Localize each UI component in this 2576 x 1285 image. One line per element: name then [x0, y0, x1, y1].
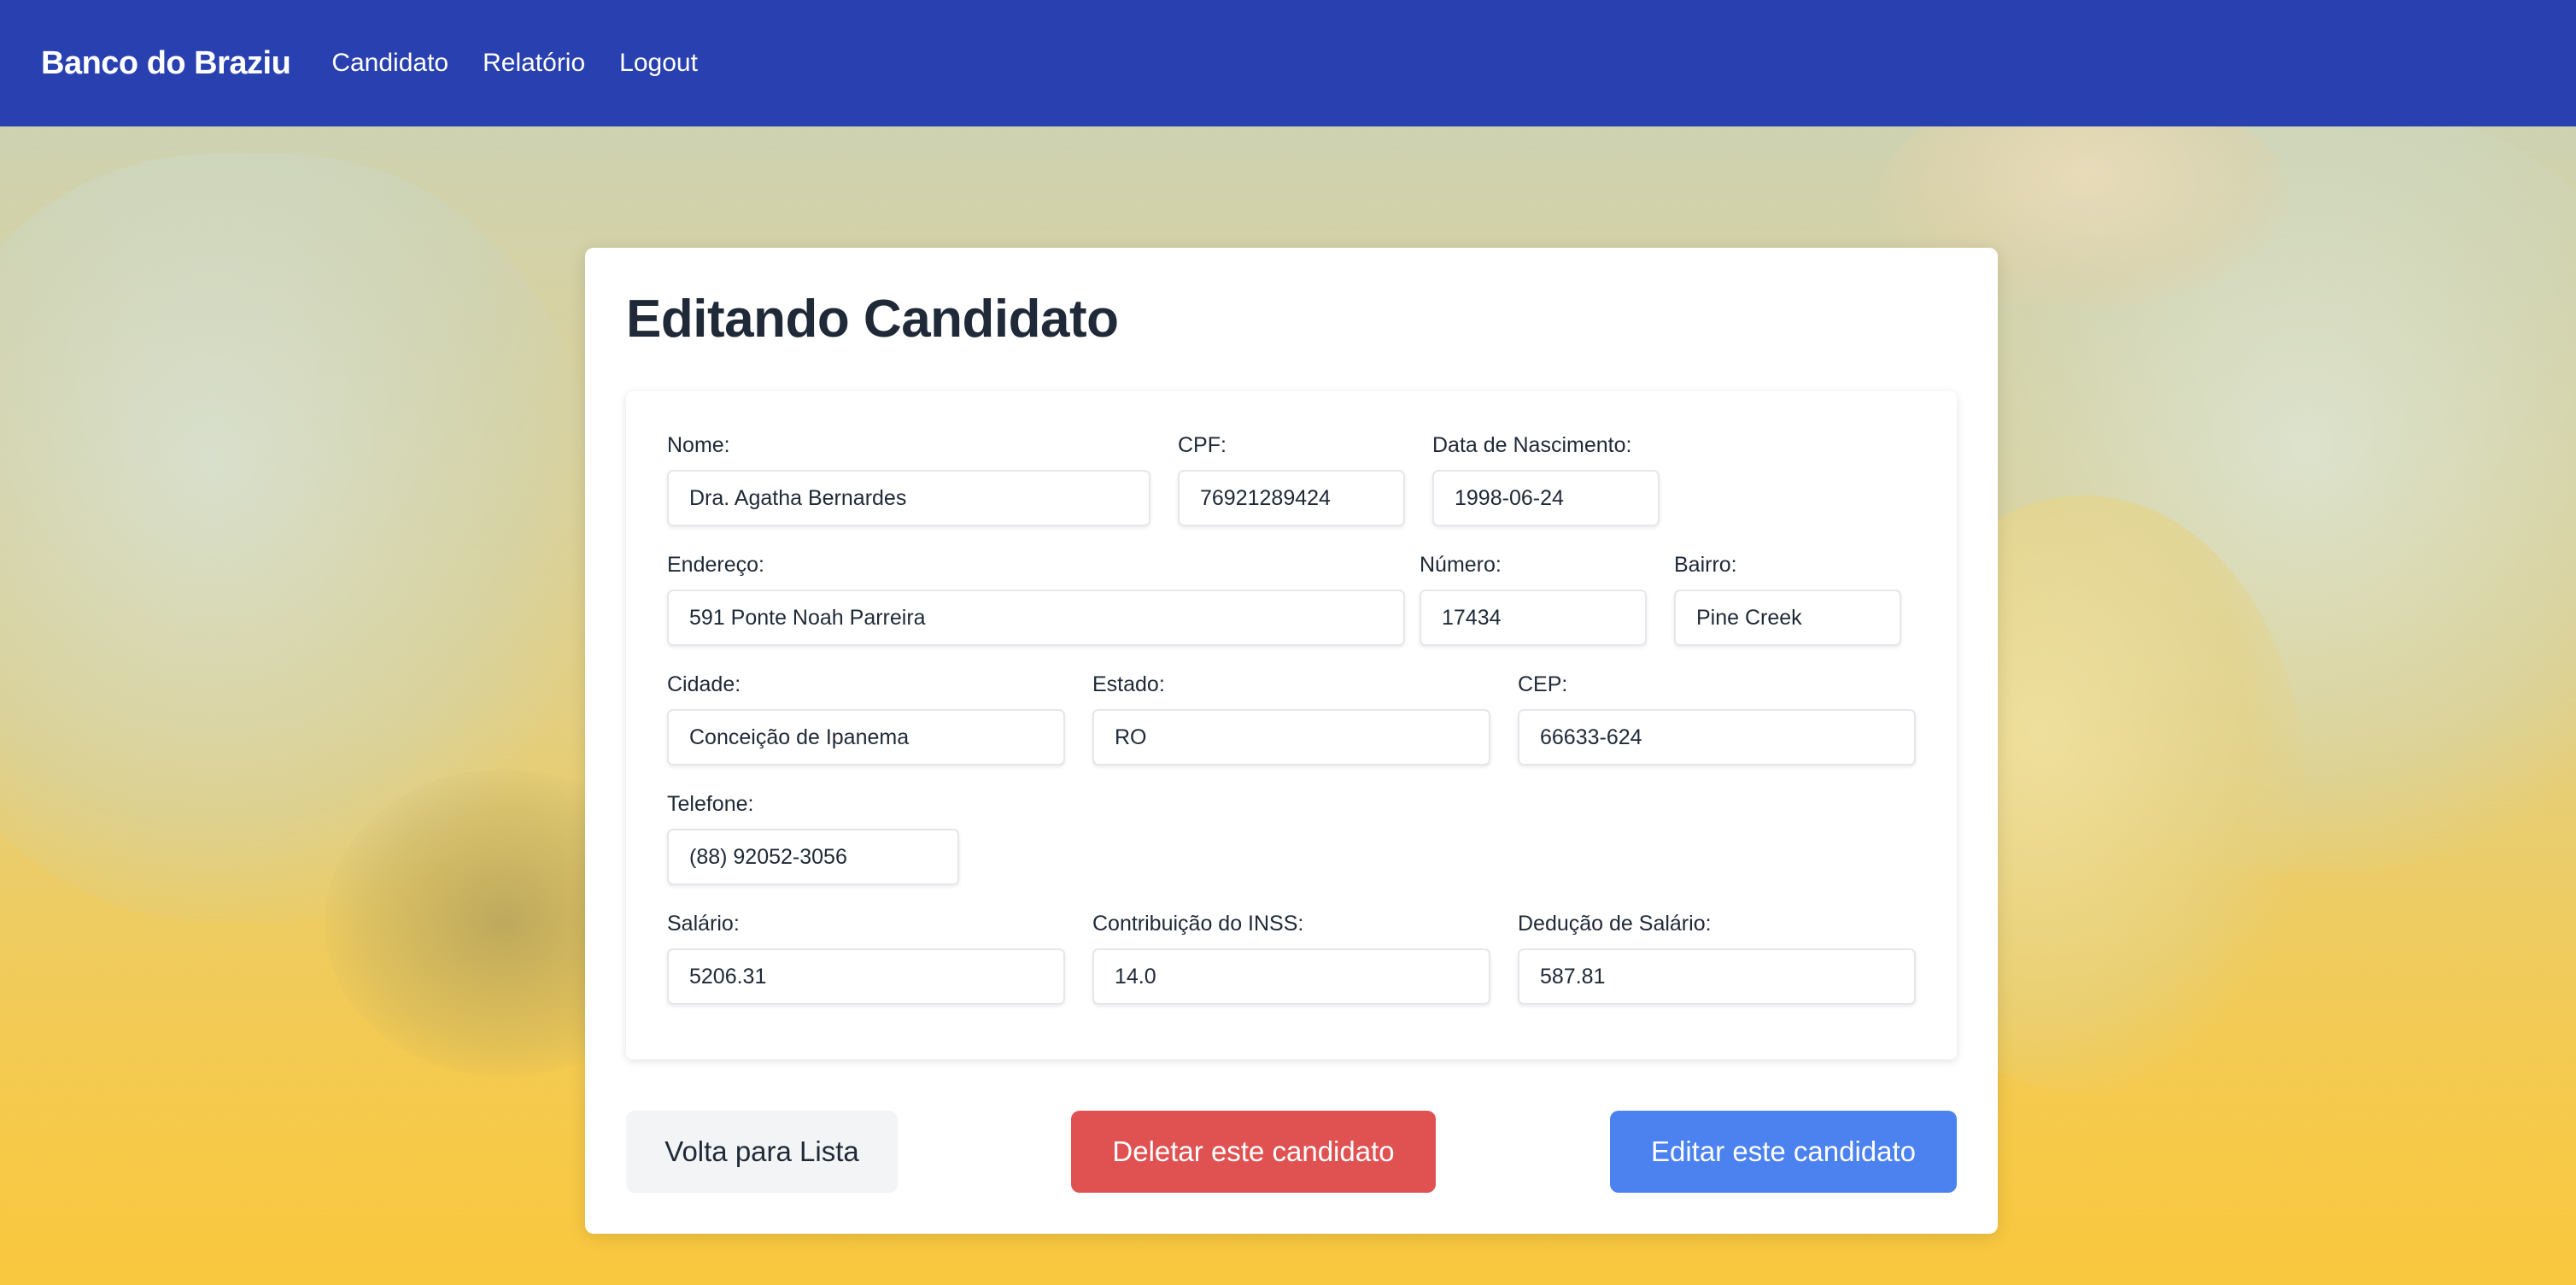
deducao-label: Dedução de Salário:	[1518, 912, 1712, 936]
nome-label: Nome:	[667, 433, 730, 457]
deducao-input[interactable]	[1518, 948, 1916, 1005]
edit-candidate-button[interactable]: Editar este candidato	[1610, 1111, 1957, 1193]
field-endereco: Endereço:	[667, 554, 1405, 646]
cep-label: CEP:	[1518, 672, 1568, 696]
edit-candidate-card: Editando Candidato Nome: CPF: Data de Na…	[585, 248, 1998, 1234]
estado-label: Estado:	[1092, 672, 1165, 696]
field-bairro: Bairro:	[1674, 554, 1901, 646]
cidade-label: Cidade:	[667, 672, 741, 696]
salario-label: Salário:	[667, 912, 740, 936]
background-photo-right	[1922, 103, 2576, 871]
inss-label: Contribuição do INSS:	[1092, 912, 1304, 936]
field-data-nascimento: Data de Nascimento:	[1432, 434, 1660, 526]
field-cpf: CPF:	[1178, 434, 1405, 526]
salario-input[interactable]	[667, 948, 1065, 1005]
cep-input[interactable]	[1518, 709, 1916, 766]
telefone-input[interactable]	[667, 829, 959, 885]
endereco-label: Endereço:	[667, 553, 764, 577]
field-inss: Contribuição do INSS:	[1092, 912, 1490, 1005]
cpf-label: CPF:	[1178, 433, 1227, 457]
cidade-input[interactable]	[667, 709, 1065, 766]
top-navbar: Banco do Braziu Candidato Relatório Logo…	[0, 0, 2576, 126]
bairro-input[interactable]	[1674, 590, 1901, 646]
field-estado: Estado:	[1092, 673, 1490, 766]
candidate-form: Nome: CPF: Data de Nascimento: Endereço:…	[626, 391, 1957, 1059]
field-numero: Número:	[1420, 554, 1647, 646]
nome-input[interactable]	[667, 470, 1150, 526]
back-to-list-button[interactable]: Volta para Lista	[626, 1111, 898, 1193]
nav-link-candidato[interactable]: Candidato	[331, 49, 448, 78]
estado-input[interactable]	[1092, 709, 1490, 766]
delete-candidate-button[interactable]: Deletar este candidato	[1071, 1111, 1436, 1193]
field-telefone: Telefone:	[667, 793, 959, 885]
field-nome: Nome:	[667, 434, 1150, 526]
field-deducao: Dedução de Salário:	[1518, 912, 1916, 1005]
brand-logo[interactable]: Banco do Braziu	[41, 45, 291, 82]
page-title: Editando Candidato	[626, 290, 1119, 349]
nav-link-relatorio[interactable]: Relatório	[483, 49, 585, 78]
endereco-input[interactable]	[667, 590, 1405, 646]
inss-input[interactable]	[1092, 948, 1490, 1005]
field-cidade: Cidade:	[667, 673, 1065, 766]
data-nascimento-input[interactable]	[1432, 470, 1660, 526]
data-nascimento-label: Data de Nascimento:	[1432, 433, 1632, 457]
numero-input[interactable]	[1420, 590, 1647, 646]
background-photo-left	[0, 154, 598, 923]
bairro-label: Bairro:	[1674, 553, 1737, 577]
nav-link-logout[interactable]: Logout	[619, 49, 698, 78]
telefone-label: Telefone:	[667, 792, 754, 816]
field-salario: Salário:	[667, 912, 1065, 1005]
numero-label: Número:	[1420, 553, 1502, 577]
field-cep: CEP:	[1518, 673, 1916, 766]
cpf-input[interactable]	[1178, 470, 1405, 526]
